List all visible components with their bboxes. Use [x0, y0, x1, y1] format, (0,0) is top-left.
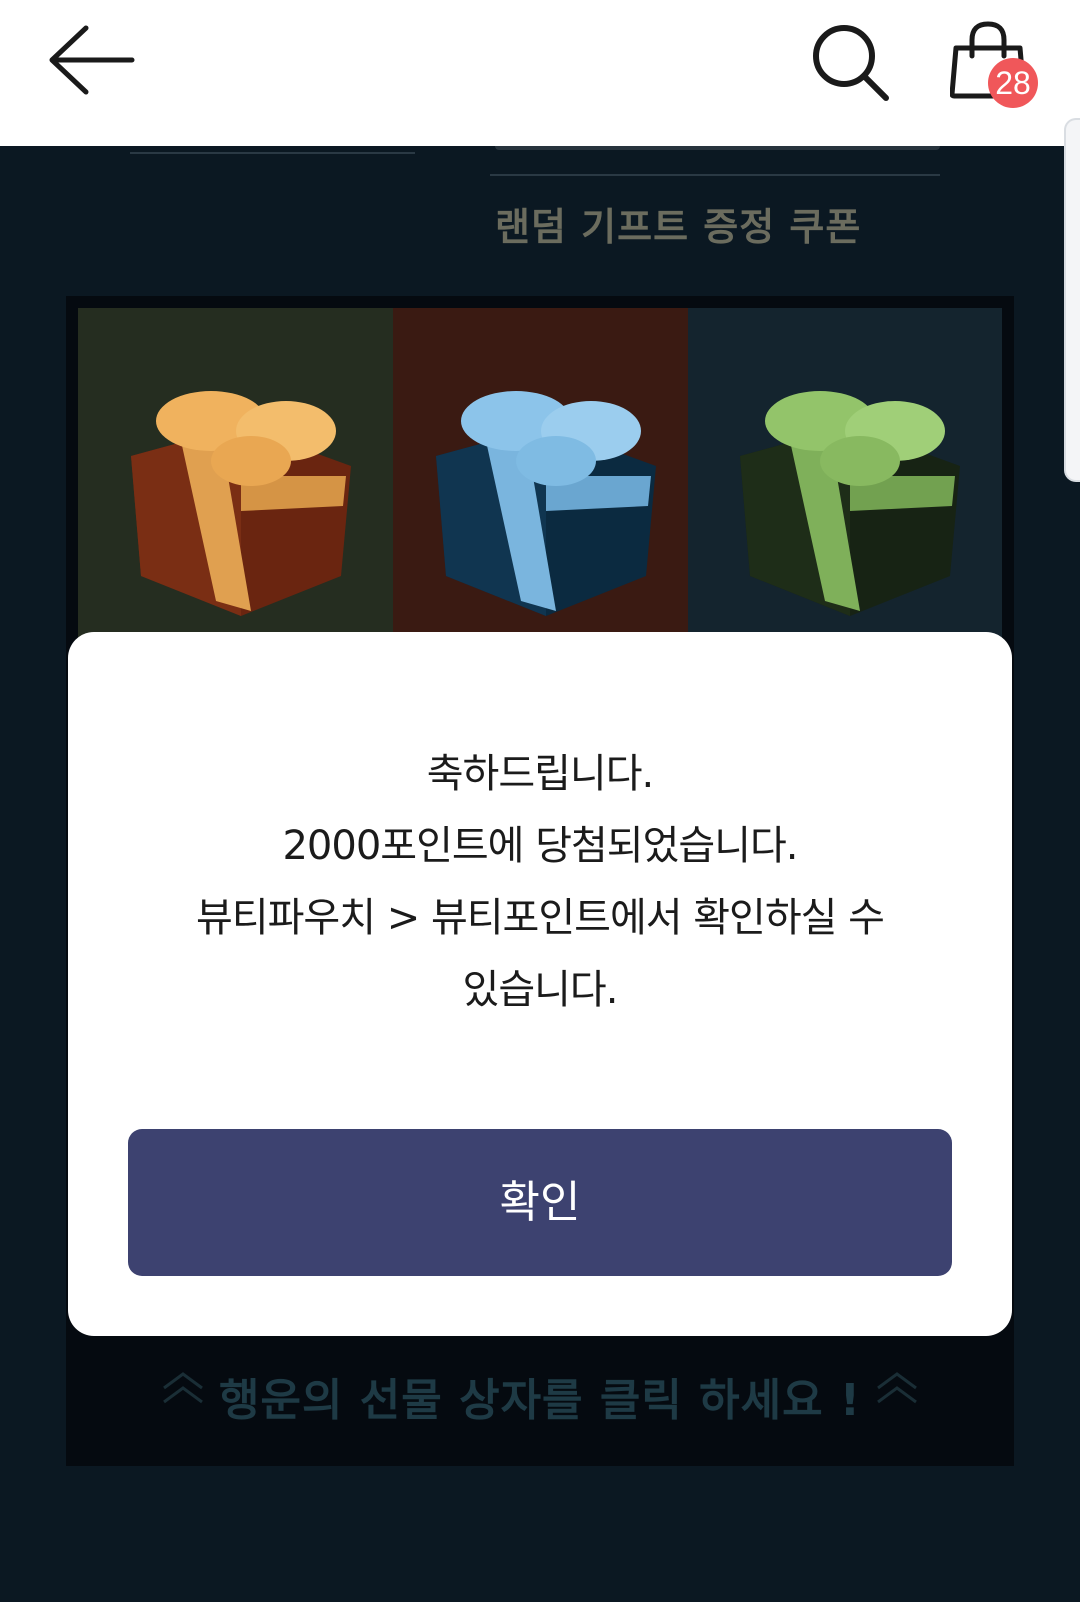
- top-app-bar: 28: [0, 0, 1080, 146]
- scrollbar[interactable]: [1064, 118, 1080, 482]
- confirm-button[interactable]: 확인: [128, 1129, 952, 1276]
- dialog-line: 있습니다.: [462, 967, 619, 1013]
- dialog-message: 축하드립니다. 2000포인트에 당첨되었습니다. 뷰티파우치 > 뷰티포인트에…: [108, 738, 972, 1026]
- search-button[interactable]: [808, 20, 894, 106]
- gift-panel-blue[interactable]: [393, 308, 688, 638]
- back-button[interactable]: [44, 22, 140, 98]
- divider: [490, 174, 940, 176]
- cart-count-badge: 28: [988, 58, 1038, 108]
- chevron-up-icon: [877, 1372, 917, 1404]
- faint-heading: [495, 146, 940, 158]
- gift-panel-orange[interactable]: [78, 308, 393, 638]
- dialog-line: 축하드립니다.: [426, 751, 655, 797]
- gift-panel-green[interactable]: [688, 308, 1002, 638]
- coupon-label: 랜덤 기프트 증정 쿠폰: [495, 205, 862, 249]
- gift-box-blue-icon: [435, 391, 656, 616]
- dialog-line: 2000포인트에 당첨되었습니다.: [282, 823, 798, 869]
- arrow-left-icon: [49, 25, 135, 95]
- dialog-line: 뷰티파우치 > 뷰티포인트에서 확인하실 수: [196, 895, 885, 941]
- gift-box-orange-icon: [130, 391, 351, 616]
- prize-dialog: 축하드립니다. 2000포인트에 당첨되었습니다. 뷰티파우치 > 뷰티포인트에…: [68, 632, 1012, 1336]
- search-icon: [813, 25, 889, 101]
- divider: [130, 152, 415, 154]
- gift-box-green-icon: [740, 391, 960, 616]
- cart-button[interactable]: 28: [949, 18, 1040, 114]
